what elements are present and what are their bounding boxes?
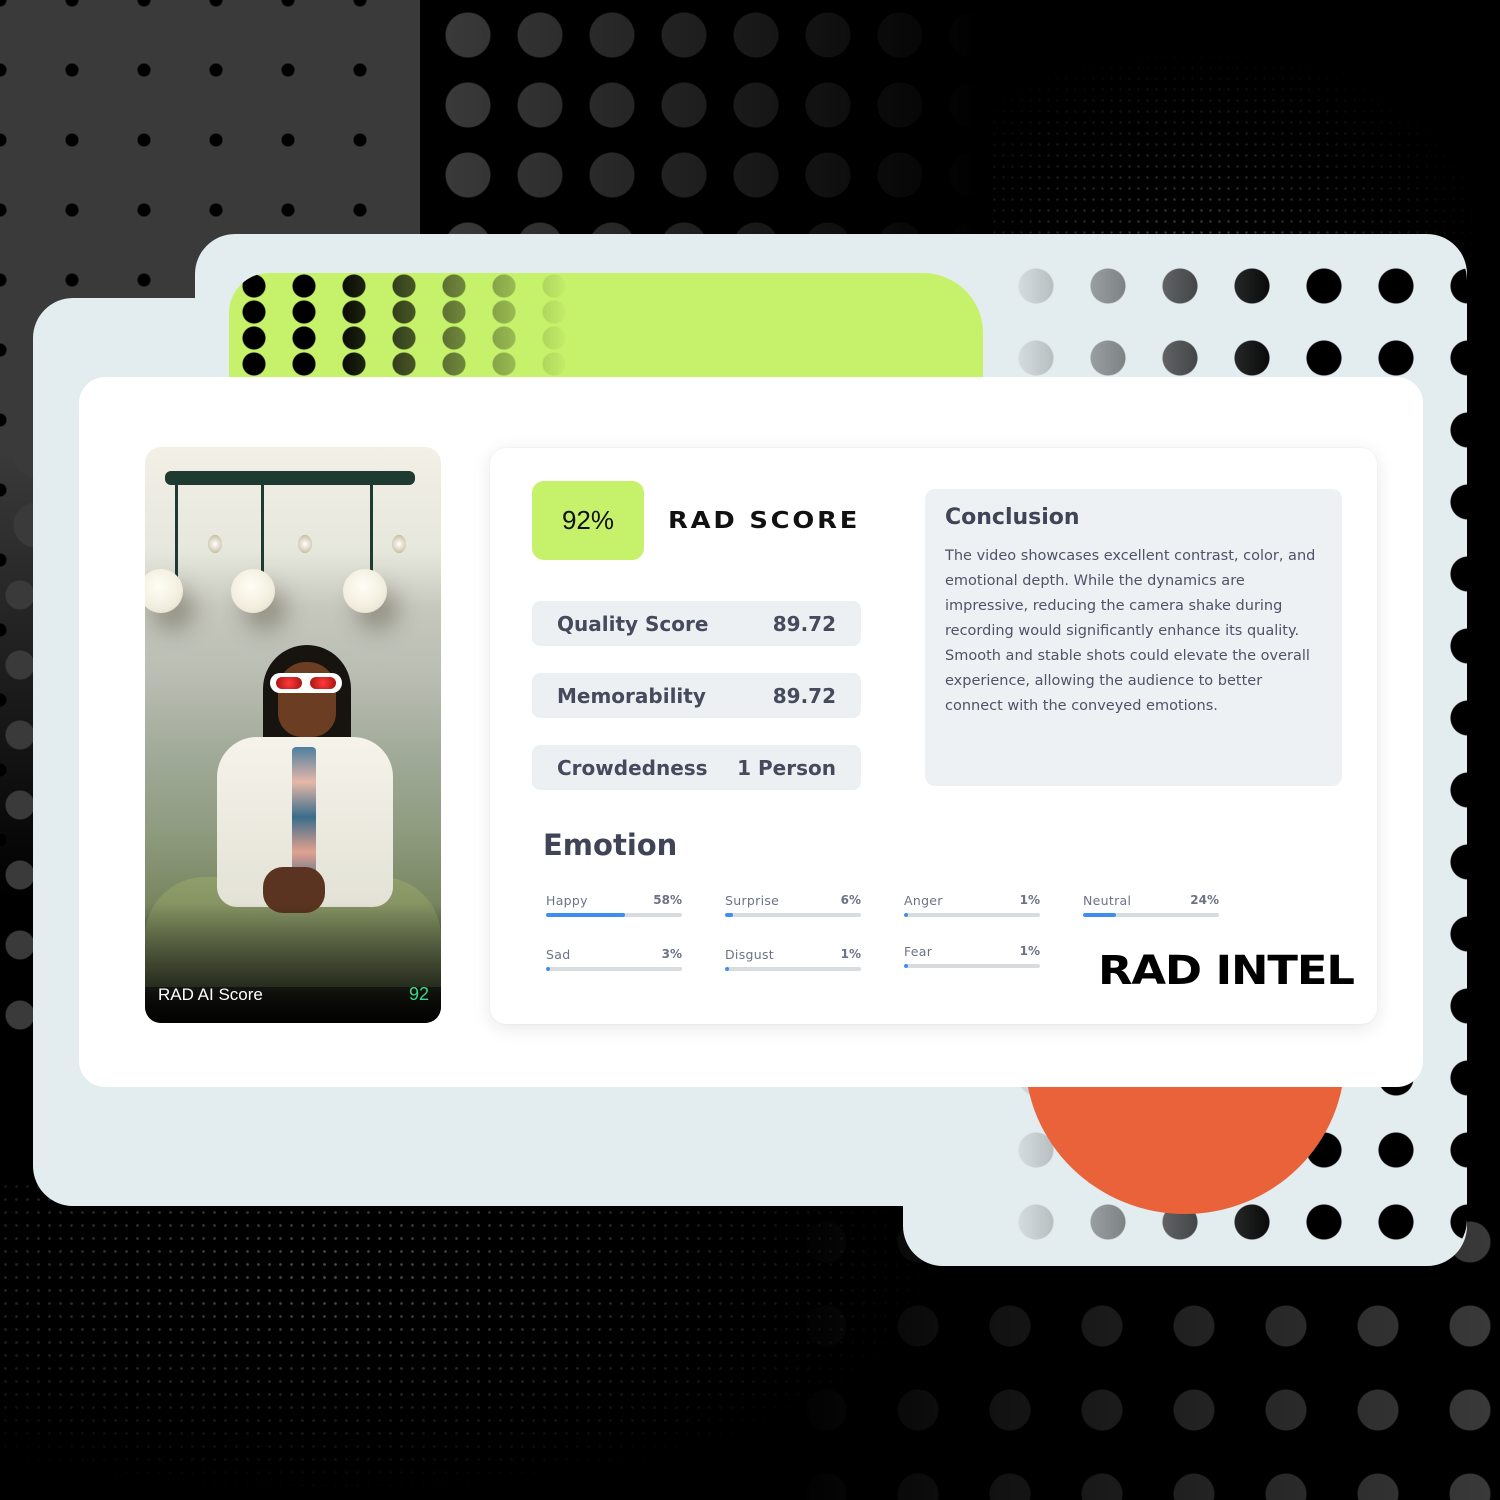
emotion-value: 3% <box>661 947 682 961</box>
photo-subject-sunglasses <box>270 673 342 693</box>
emotion-bar-fill <box>904 964 908 968</box>
emotion-bar-track <box>546 967 682 971</box>
emotion-bar-track <box>904 913 1040 917</box>
emotion-label: Anger <box>904 893 943 908</box>
metric-label: Memorability <box>557 683 706 708</box>
emotion-bar-fill <box>546 913 625 917</box>
photo-lamp-globe <box>343 569 387 613</box>
emotion-title: Emotion <box>543 828 678 862</box>
emotion-item-disgust: Disgust 1% <box>725 947 861 971</box>
emotion-bar-track <box>725 913 861 917</box>
emotion-bar-fill <box>546 967 551 971</box>
emotion-value: 1% <box>1019 893 1040 907</box>
photo-subject-tie <box>292 747 316 887</box>
photo-lamp-bulb <box>208 535 222 553</box>
emotion-label: Disgust <box>725 947 774 962</box>
rad-score-badge: 92% <box>532 481 644 560</box>
emotion-item-neutral: Neutral 24% <box>1083 893 1219 917</box>
emotion-label: Neutral <box>1083 893 1132 908</box>
rad-intel-logo: RAD INTEL <box>1098 948 1355 994</box>
emotion-item-anger: Anger 1% <box>904 893 1040 917</box>
photo-lamp-globe <box>231 569 275 613</box>
emotion-bar-track <box>546 913 682 917</box>
conclusion-text: The video showcases excellent contrast, … <box>945 548 1316 714</box>
emotion-item-happy: Happy 58% <box>546 893 682 917</box>
conclusion-title: Conclusion <box>945 505 1080 530</box>
metric-quality-score: Quality Score 89.72 <box>532 601 861 646</box>
emotion-bar-fill <box>725 967 729 971</box>
photo-lamp-fixture <box>165 471 415 485</box>
metric-memorability: Memorability 89.72 <box>532 673 861 718</box>
emotion-value: 1% <box>840 947 861 961</box>
metric-label: Quality Score <box>557 611 709 636</box>
emotion-bar-track <box>904 964 1040 968</box>
photo-score-value: 92 <box>408 984 429 1004</box>
photo-lamp-rod <box>175 477 178 577</box>
emotion-item-surprise: Surprise 6% <box>725 893 861 917</box>
particle-wave-bottom <box>0 1180 950 1500</box>
emotion-bar-fill <box>904 913 908 917</box>
photo-lamp-bulb <box>298 535 312 553</box>
metric-value: 1 Person <box>737 755 836 780</box>
photo-score-label: RAD AI Score <box>158 985 263 1004</box>
metric-crowdedness: Crowdedness 1 Person <box>532 745 861 790</box>
emotion-value: 6% <box>840 893 861 907</box>
emotion-value: 24% <box>1190 893 1219 907</box>
emotion-item-sad: Sad 3% <box>546 947 682 971</box>
video-thumbnail-card[interactable]: RAD AI Score 92 <box>145 447 441 1023</box>
emotion-value: 1% <box>1019 944 1040 958</box>
photo-lamp-bulb <box>392 535 406 553</box>
photo-lamp-globe <box>145 569 183 613</box>
emotion-label: Happy <box>546 893 588 908</box>
particle-wave-top-right <box>990 40 1500 260</box>
emotion-item-fear: Fear 1% <box>904 944 1040 968</box>
emotion-label: Surprise <box>725 893 780 908</box>
metric-label: Crowdedness <box>557 755 708 780</box>
emotion-bar-track <box>1083 913 1219 917</box>
metric-value: 89.72 <box>772 683 836 708</box>
photo-gradient-overlay <box>145 903 441 1023</box>
emotion-label: Fear <box>904 944 933 959</box>
emotion-bar-fill <box>1083 913 1116 917</box>
metric-value: 89.72 <box>772 611 836 636</box>
emotion-bar-track <box>725 967 861 971</box>
emotion-label: Sad <box>546 947 571 962</box>
emotion-value: 58% <box>653 893 682 907</box>
emotion-bar-fill <box>725 913 734 917</box>
rad-score-title: RAD SCORE <box>668 508 861 534</box>
conclusion-box: Conclusion The video showcases excellent… <box>925 489 1342 786</box>
